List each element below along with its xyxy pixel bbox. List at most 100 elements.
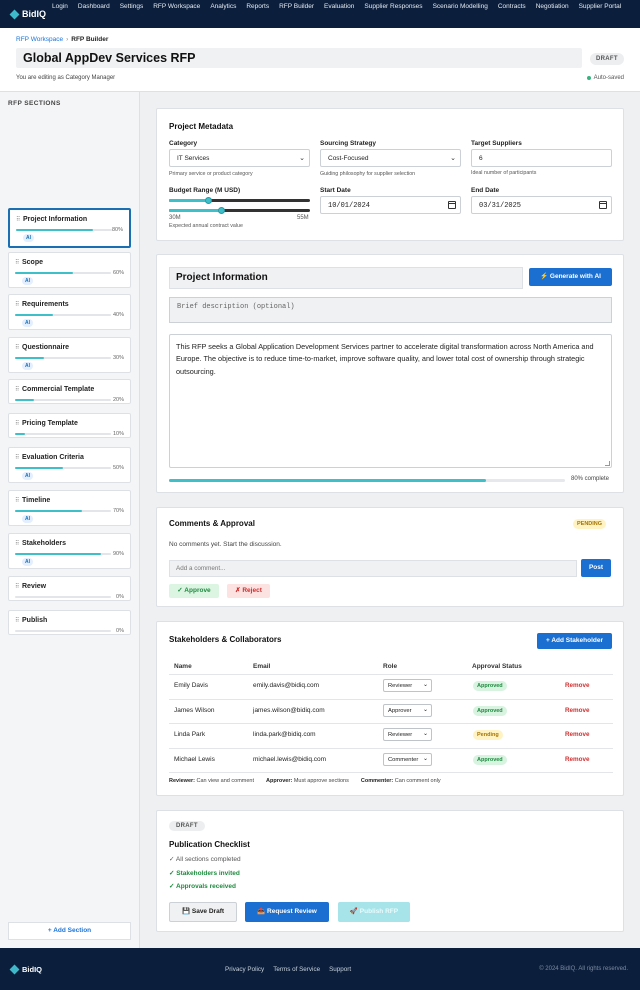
ai-badge: AI (23, 234, 34, 242)
reject-button[interactable]: ✗ Reject (227, 584, 270, 598)
nav-link-negotiation[interactable]: Negotiation (536, 3, 569, 11)
sidebar-section-item[interactable]: ⠿ Commercial Template 20% (8, 379, 131, 404)
sidebar-section-item[interactable]: ⠿ Timeline 70% AI (8, 490, 131, 526)
budget-slider-min-handle[interactable] (204, 197, 212, 204)
page-header: RFP Workspace › RFP Builder Global AppDev … (0, 28, 640, 92)
remove-stakeholder-button[interactable]: Remove (565, 682, 590, 689)
end-date-value: 03/31/2025 (479, 202, 522, 210)
ai-badge: AI (22, 362, 33, 370)
calendar-icon[interactable] (599, 201, 607, 209)
section-progress-bar (15, 553, 111, 555)
sidebar-section-item[interactable]: ⠿ Scope 60% AI (8, 252, 131, 288)
autosave-dot-icon (586, 76, 591, 80)
nav-link-reports[interactable]: Reports (246, 3, 269, 11)
approval-status-badge: PENDING (573, 519, 607, 529)
nav-link-analytics[interactable]: Analytics (210, 3, 236, 11)
sidebar-section-item[interactable]: ⠿ Questionnaire 30% AI (8, 337, 131, 373)
target-suppliers-input[interactable]: 6 (471, 149, 612, 167)
nav-link-rfp-workspace[interactable]: RFP Workspace (153, 3, 200, 11)
role-select[interactable]: Commenter ⌄ (383, 752, 432, 766)
section-title-input[interactable]: Project Information (169, 267, 523, 289)
column-header-email: Email (253, 663, 271, 670)
footer-brand-name: BidIQ (22, 965, 42, 974)
remove-stakeholder-button[interactable]: Remove (565, 731, 590, 738)
sidebar-section-item[interactable]: ⠿ Project Information 80% AI (8, 208, 131, 248)
stakeholder-email: linda.park@bidiq.com (253, 731, 316, 738)
drag-handle-icon[interactable]: ⠿ (15, 344, 19, 351)
footer-link-support[interactable]: Support (329, 966, 351, 973)
footer-link-terms[interactable]: Terms of Service (273, 966, 320, 973)
role-select[interactable]: Approver ⌄ (383, 703, 432, 717)
sidebar-section-item[interactable]: ⠿ Publish 0% (8, 610, 131, 635)
nav-link-settings[interactable]: Settings (120, 3, 144, 11)
footer-brand[interactable]: BidIQ (9, 964, 42, 975)
section-progress-bar (15, 433, 111, 435)
publication-card: DRAFT Publication Checklist ✓ All sectio… (156, 810, 624, 932)
nav-link-scenario-modelling[interactable]: Scenario Modelling (433, 3, 488, 11)
remove-stakeholder-button[interactable]: Remove (565, 756, 590, 763)
section-name: Commercial Template (22, 386, 95, 393)
request-review-button[interactable]: 📤 Request Review (245, 902, 329, 922)
drag-handle-icon[interactable]: ⠿ (15, 301, 19, 308)
end-date-input[interactable]: 03/31/2025 (471, 196, 612, 214)
section-progress-bar (15, 467, 111, 469)
budget-hint: Expected annual contract value (169, 223, 243, 229)
sidebar-section-item[interactable]: ⠿ Pricing Template 10% (8, 413, 131, 438)
comment-input[interactable]: Add a comment... (169, 560, 577, 577)
sidebar-section-item[interactable]: ⠿ Stakeholders 90% AI (8, 533, 131, 569)
table-divider (169, 698, 613, 700)
metadata-title: Project Metadata (169, 122, 234, 131)
start-date-input[interactable]: 10/01/2024 (320, 196, 461, 214)
drag-handle-icon[interactable]: ⠿ (15, 617, 19, 624)
budget-slider-max-handle[interactable] (217, 207, 225, 214)
role-select[interactable]: Reviewer ⌄ (383, 728, 432, 741)
sidebar-section-item[interactable]: ⠿ Evaluation Criteria 50% AI (8, 447, 131, 483)
sidebar-section-item[interactable]: ⠿ Review 0% (8, 576, 131, 601)
sourcing-strategy-select[interactable]: Cost-Focused ⌄ (320, 149, 461, 167)
chevron-down-icon: ⌄ (422, 706, 428, 713)
checklist-item-sections: ✓ All sections completed (169, 856, 241, 863)
drag-handle-icon[interactable]: ⠿ (15, 497, 19, 504)
nav-link-login[interactable]: Login (52, 3, 68, 11)
nav-link-supplier-responses[interactable]: Supplier Responses (364, 3, 422, 11)
add-stakeholder-button[interactable]: + Add Stakeholder (537, 633, 612, 649)
footer-link-privacy[interactable]: Privacy Policy (225, 966, 264, 973)
calendar-icon[interactable] (448, 201, 456, 209)
section-body-textarea[interactable]: This RFP seeks a Global Application Deve… (169, 334, 612, 468)
drag-handle-icon[interactable]: ⠿ (15, 540, 19, 547)
approve-button[interactable]: ✓ Approve (169, 584, 219, 598)
nav-link-evaluation[interactable]: Evaluation (324, 3, 354, 11)
drag-handle-icon[interactable]: ⠿ (16, 216, 20, 223)
drag-handle-icon[interactable]: ⠿ (15, 583, 19, 590)
breadcrumb-parent[interactable]: RFP Workspace (16, 36, 63, 43)
sidebar-section-item[interactable]: ⠿ Requirements 40% AI (8, 294, 131, 330)
section-progress-bar (15, 357, 111, 359)
budget-slider-min-fill (169, 199, 209, 202)
role-select[interactable]: Reviewer ⌄ (383, 679, 432, 692)
resize-handle-icon[interactable] (605, 461, 610, 466)
nav-link-dashboard[interactable]: Dashboard (78, 3, 110, 11)
drag-handle-icon[interactable]: ⠿ (15, 420, 19, 427)
publication-status-badge: DRAFT (169, 821, 205, 831)
editing-note: You are editing as Category Manager (16, 75, 116, 81)
drag-handle-icon[interactable]: ⠿ (15, 454, 19, 461)
description-input[interactable]: Brief description (optional) (169, 297, 612, 323)
generate-with-ai-button[interactable]: ⚡ Generate with AI (529, 268, 612, 286)
category-select[interactable]: IT Services ⌄ (169, 149, 310, 167)
nav-link-supplier-portal[interactable]: Supplier Portal (579, 3, 622, 11)
brand-logo[interactable]: BidIQ (9, 9, 46, 19)
section-progress-bar (15, 510, 111, 512)
section-progress-fill (15, 272, 73, 274)
stakeholder-email: emily.davis@bidiq.com (253, 682, 320, 689)
nav-link-rfp-builder[interactable]: RFP Builder (279, 3, 314, 11)
drag-handle-icon[interactable]: ⠿ (15, 259, 19, 266)
add-section-button[interactable]: + Add Section (8, 922, 131, 940)
post-comment-button[interactable]: Post (581, 559, 611, 577)
remove-stakeholder-button[interactable]: Remove (565, 707, 590, 714)
drag-handle-icon[interactable]: ⠿ (15, 386, 19, 393)
save-draft-button[interactable]: 💾 Save Draft (169, 902, 237, 922)
nav-link-contracts[interactable]: Contracts (498, 3, 526, 11)
strategy-value: Cost-Focused (328, 155, 369, 162)
rfp-title-input[interactable]: Global AppDev Services RFP (16, 48, 582, 68)
publish-rfp-button[interactable]: 🚀 Publish RFP (338, 902, 410, 922)
